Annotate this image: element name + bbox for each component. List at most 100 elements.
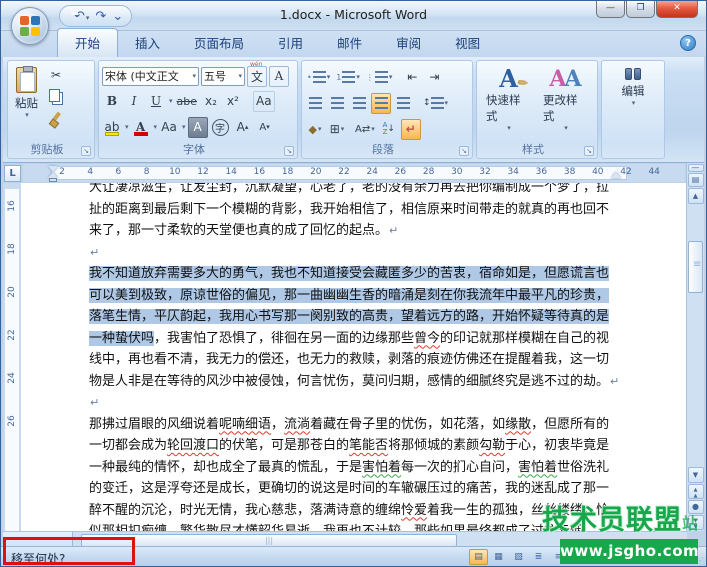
text-line[interactable]: 线中，再也看不清，我无力的偿还，也无力的救赎，剥落的痕迹仿佛还在提醒着我，这一切 xyxy=(89,349,635,371)
paragraph-dialog-launcher[interactable]: ↘ xyxy=(459,146,469,156)
close-button[interactable]: ✕ xyxy=(656,1,698,18)
body-text[interactable]: 物是人非是在等待的风沙中被侵蚀，何言忧伤，莫问归期，感情的细腻终究是逃不过的劫。 xyxy=(89,374,609,389)
selected-text[interactable]: 我不知道放弃需要多大的勇气，我也不知道接受会藏匿多少的苦衷，宿命如是，但愿谎言也 xyxy=(89,266,609,281)
font-size-combo[interactable]: 五号▾ xyxy=(201,67,245,86)
change-case-button[interactable]: Aa xyxy=(159,117,179,138)
body-text[interactable]: 每一次的扪心自问， xyxy=(401,460,518,475)
body-text[interactable]: 害怕着 xyxy=(362,460,401,475)
show-hide-marks-button[interactable]: ↵ xyxy=(401,119,421,140)
body-text[interactable]: 轮回渡口 xyxy=(167,438,219,453)
subscript-button[interactable]: x₂ xyxy=(201,91,221,112)
text-line[interactable]: 大让凄凉滋生，让发尘封，沉默凝望，心老了，老的没有余力再去把你编制成一个梦了，拉 xyxy=(89,183,635,199)
ruler-toggle-button[interactable]: ▤ xyxy=(688,173,704,187)
vertical-scrollbar[interactable]: — ▤ ▲ ▼ ▲▲ ● ▼▼ xyxy=(686,163,704,531)
text-line[interactable]: 一切都会成为轮回渡口的伏笔，可是那苍白的笔能否将那倾城的素颜勾勒于心，初衷毕竟是 xyxy=(89,435,635,457)
body-text[interactable]: ，我害怕了恐惧了，徘徊在另一面的边缘那些 xyxy=(154,331,414,346)
tab-selector[interactable]: L xyxy=(4,165,21,182)
left-indent-marker[interactable] xyxy=(49,178,57,182)
format-painter-button[interactable] xyxy=(46,108,66,129)
split-handle[interactable]: — xyxy=(688,164,704,172)
body-text[interactable]: 的伏笔，可是那苍白的 xyxy=(219,438,349,453)
enclose-characters-button[interactable]: 字 xyxy=(210,117,231,138)
text-line[interactable]: ↵ xyxy=(89,392,635,414)
text-line[interactable]: 扯的距离到最后剩下一个模糊的背影，我开始相信了，相信原来时间带走的就真的再也回不 xyxy=(89,199,635,221)
shading-button[interactable]: ◆▾ xyxy=(305,119,325,140)
body-text[interactable]: ， xyxy=(271,417,284,432)
scroll-down-button[interactable]: ▼ xyxy=(688,467,704,483)
editing-button[interactable]: 编辑 ▾ xyxy=(605,64,661,109)
text-line[interactable]: 一种蛰伏吗，我害怕了恐惧了，徘徊在另一面的边缘那些曾今的印记就那样模糊在自己的视 xyxy=(89,328,635,350)
selected-text[interactable]: 一种蛰伏吗 xyxy=(89,331,154,346)
text-line[interactable]: 物是人非是在等待的风沙中被侵蚀，何言忧伤，莫问归期，感情的细腻终究是逃不过的劫。… xyxy=(89,371,635,393)
italic-button[interactable]: I xyxy=(124,91,144,112)
maximize-button[interactable]: ❐ xyxy=(626,1,655,18)
web-layout-view-button[interactable]: ▧ xyxy=(509,549,528,565)
body-text[interactable]: 怜爱 xyxy=(401,503,427,518)
text-line[interactable]: 可以美到极致，原谅世俗的偏见，那一曲幽幽生香的暗涌是刻在你我流年中最平凡的珍贵， xyxy=(89,285,635,307)
body-text[interactable]: 大让凄凉滋生，让发尘封，沉默凝望，心老了，老的没有余力再去把你编制成一个梦了，拉 xyxy=(89,183,609,195)
body-text[interactable]: 缘散 xyxy=(505,417,531,432)
body-text[interactable]: 线中，再也看不清，我无力的偿还，也无力的救赎，剥落的痕迹仿佛还在提醒着我，这一切 xyxy=(89,352,609,367)
body-text[interactable]: ，但愿所有的 xyxy=(531,417,609,432)
body-text[interactable]: 呢喃细语 xyxy=(219,417,271,432)
character-border-button[interactable]: A xyxy=(269,66,289,87)
body-text[interactable]: 一种最纯的情怀，却也成全了最真的慌乱，于是 xyxy=(89,460,362,475)
text-line[interactable]: 我不知道放弃需要多大的勇气，我也不知道接受会藏匿多少的苦衷，宿命如是，但愿谎言也 xyxy=(89,263,635,285)
body-text[interactable]: 着藏在骨子里的忧伤，如花落，如 xyxy=(310,417,505,432)
increase-indent-button[interactable]: ⇥ xyxy=(424,67,444,88)
superscript-button[interactable]: x² xyxy=(223,91,243,112)
paste-button[interactable]: 粘贴 ▾ xyxy=(11,64,42,129)
justify-button[interactable] xyxy=(371,93,391,114)
office-button[interactable] xyxy=(11,7,49,45)
body-text[interactable]: 于心，初衷毕竟是 xyxy=(505,438,609,453)
redo-button[interactable]: ↷ xyxy=(95,10,106,23)
body-text[interactable]: 流淌 xyxy=(284,417,310,432)
body-text[interactable]: 笔能否 xyxy=(349,438,388,453)
align-center-button[interactable] xyxy=(327,93,347,114)
text-line[interactable]: 来了，那一寸柔软的天堂便也真的成了回忆的起点。↵ xyxy=(89,220,635,242)
change-styles-button[interactable]: AA 更改样式 ▾ xyxy=(537,64,594,134)
text-line[interactable]: 那拂过眉眼的风细说着呢喃细语，流淌着藏在骨子里的忧伤，如花落，如缘散，但愿所有的 xyxy=(89,414,635,436)
bullets-button[interactable]: •▾ xyxy=(305,67,332,88)
tab-r6[interactable]: 视图 xyxy=(438,29,497,57)
body-text[interactable]: 害怕着 xyxy=(518,460,557,475)
shrink-font-button[interactable]: A▾ xyxy=(255,117,275,138)
text-line[interactable]: 一种最纯的情怀，却也成全了最真的慌乱，于是害怕着每一次的扪心自问，害怕着世俗洗礼 xyxy=(89,457,635,479)
underline-button[interactable]: U xyxy=(146,91,166,112)
print-layout-view-button[interactable]: ▤ xyxy=(469,549,488,565)
text-highlight-button[interactable]: ab xyxy=(102,117,122,138)
multilevel-list-button[interactable]: ⋮▾ xyxy=(364,67,395,88)
body-text[interactable]: 的印记就那样模糊在自己的视 xyxy=(440,331,609,346)
body-text[interactable]: 来了，那一寸柔软的天堂便也真的成了回忆的起点。 xyxy=(89,223,388,238)
distribute-button[interactable] xyxy=(393,93,413,114)
tab-r2[interactable]: 页面布局 xyxy=(177,29,261,57)
sort-button[interactable]: AZ↓ xyxy=(379,119,399,140)
clear-formatting-button[interactable]: Aa xyxy=(253,91,275,112)
grow-font-button[interactable]: A▴ xyxy=(233,117,253,138)
character-shading-button[interactable]: A xyxy=(188,117,208,138)
phonetic-guide-button[interactable]: wén文 xyxy=(247,66,267,87)
tab-r5[interactable]: 审阅 xyxy=(379,29,438,57)
tab-home[interactable]: 开始 xyxy=(57,28,118,57)
right-indent-marker[interactable] xyxy=(611,172,621,178)
styles-dialog-launcher[interactable]: ↘ xyxy=(584,146,594,156)
previous-page-button[interactable]: ▲▲ xyxy=(688,484,704,499)
help-button[interactable]: ? xyxy=(680,35,696,51)
tab-r1[interactable]: 插入 xyxy=(118,29,177,57)
body-text[interactable]: 醉不醒的沉沦，时光无情，我心慈悲，落满诗意的缠绵 xyxy=(89,503,401,518)
vertical-scroll-thumb[interactable] xyxy=(688,241,703,293)
cut-button[interactable]: ✂ xyxy=(46,64,66,85)
clipboard-dialog-launcher[interactable]: ↘ xyxy=(81,146,91,156)
body-text[interactable]: 曾今 xyxy=(414,331,440,346)
copy-button[interactable] xyxy=(46,86,66,107)
body-text[interactable]: 将那倾城的素颜 xyxy=(388,438,479,453)
fullscreen-reading-view-button[interactable]: ▦ xyxy=(489,549,508,565)
body-text[interactable]: 扯的距离到最后剩下一个模糊的背影，我开始相信了，相信原来时间带走的就真的再也回不 xyxy=(89,202,609,217)
body-text[interactable]: 勾勒 xyxy=(479,438,505,453)
scroll-up-button[interactable]: ▲ xyxy=(688,188,704,204)
font-dialog-launcher[interactable]: ↘ xyxy=(284,146,294,156)
minimize-button[interactable]: — xyxy=(596,1,625,18)
text-line[interactable]: 的变迁，这是浮夸还是成长，更确切的说这是时间的车辙碾压过的痛苦，我的迷乱成了那一 xyxy=(89,478,635,500)
borders-button[interactable]: ⊞▾ xyxy=(327,119,347,140)
body-text[interactable]: 一切都会成为 xyxy=(89,438,167,453)
